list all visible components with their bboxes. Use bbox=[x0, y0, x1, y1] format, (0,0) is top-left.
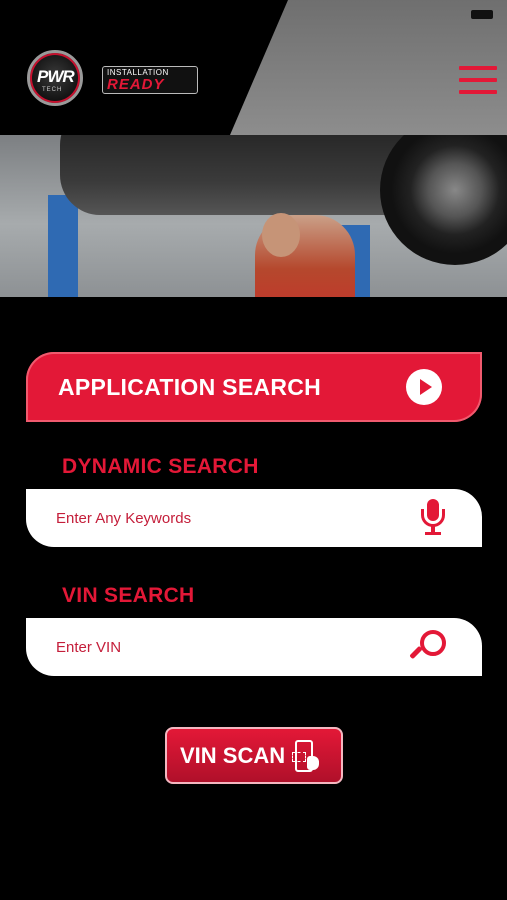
hamburger-icon[interactable] bbox=[459, 66, 497, 96]
pwr-logo: PWR TECH bbox=[27, 50, 83, 106]
dynamic-search-input[interactable] bbox=[56, 509, 406, 527]
pwr-logo-text: PWR bbox=[37, 67, 75, 86]
hamburger-line bbox=[459, 66, 497, 70]
hamburger-line bbox=[459, 90, 497, 94]
vin-search-input[interactable] bbox=[56, 638, 406, 656]
hamburger-line bbox=[459, 78, 497, 82]
hero-image bbox=[0, 135, 507, 297]
search-icon-handle bbox=[409, 645, 423, 660]
hand-shape bbox=[307, 756, 319, 770]
pwr-logo-subtext: TECH bbox=[42, 87, 63, 93]
vin-scan-button[interactable]: VIN SCAN bbox=[165, 727, 343, 784]
installation-ready-logo: INSTALLATION READY bbox=[102, 66, 198, 94]
microphone-base bbox=[425, 532, 441, 535]
microphone-cup bbox=[421, 509, 445, 527]
application-search-button[interactable]: APPLICATION SEARCH bbox=[26, 352, 482, 422]
car-wheel bbox=[380, 135, 507, 265]
battery-icon bbox=[471, 10, 493, 19]
application-search-label: APPLICATION SEARCH bbox=[58, 373, 322, 400]
app-header: PWR TECH INSTALLATION READY bbox=[0, 0, 507, 135]
mechanic-head bbox=[262, 213, 300, 257]
vin-search-title: VIN SEARCH bbox=[62, 584, 195, 607]
play-circle-icon bbox=[406, 369, 442, 405]
dynamic-search-title: DYNAMIC SEARCH bbox=[62, 455, 259, 478]
barcode-scan-icon bbox=[291, 740, 321, 774]
car-lift-post bbox=[48, 195, 78, 297]
installation-ready-logo-line2: READY bbox=[107, 76, 165, 93]
vin-search-field bbox=[26, 618, 482, 676]
search-icon[interactable] bbox=[409, 630, 446, 666]
scan-code bbox=[292, 752, 306, 762]
search-icon-ring bbox=[420, 630, 446, 656]
dynamic-search-field bbox=[26, 489, 482, 547]
microphone-icon[interactable] bbox=[418, 499, 448, 537]
vin-scan-label: VIN SCAN bbox=[180, 742, 286, 768]
